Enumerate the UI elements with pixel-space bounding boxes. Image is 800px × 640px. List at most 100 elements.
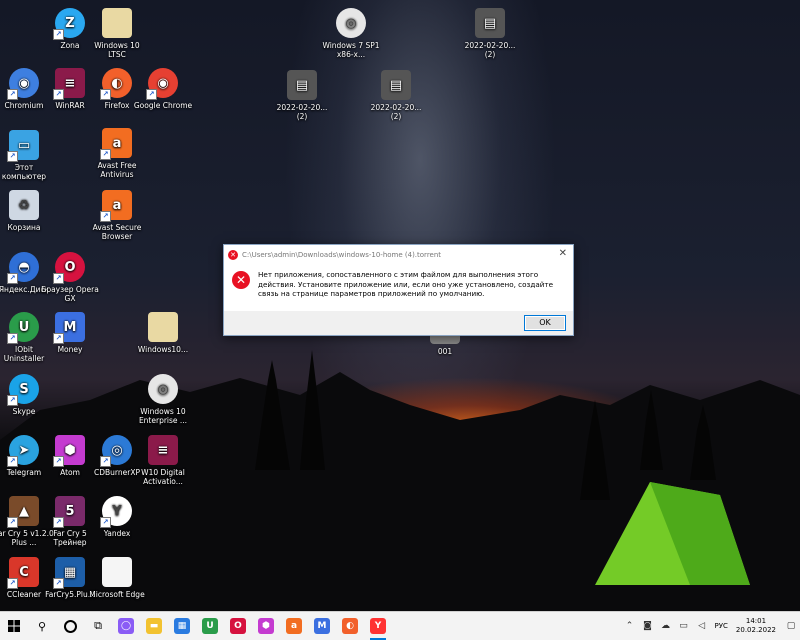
- shortcut-arrow-icon: ↗: [7, 273, 18, 284]
- iobit-icon: U ↗: [7, 312, 39, 344]
- iobit-icon: U: [202, 618, 218, 634]
- desktop-icon[interactable]: ◎ Windows 10 Enterprise ...: [133, 374, 193, 425]
- desktop-icon[interactable]: ♻ Корзина: [0, 190, 54, 232]
- money-icon: M ↗: [53, 312, 85, 344]
- desktop-icon[interactable]: ▤ 2022-02-20... (2): [366, 70, 426, 121]
- dialog-message: Нет приложения, сопоставленного с этим ф…: [258, 270, 553, 298]
- desktop-icon[interactable]: Y ↗ Yandex: [87, 496, 147, 538]
- close-icon[interactable]: ✕: [559, 248, 567, 259]
- shortcut-arrow-icon: ↗: [146, 89, 157, 100]
- desktop-icon[interactable]: ≡ W10 Digital Activatio...: [133, 435, 193, 486]
- alisa-icon: ◯: [118, 618, 134, 634]
- taskbar-app-button[interactable]: U: [196, 612, 224, 640]
- desktop-icon[interactable]: S ↗ Skype: [0, 374, 54, 416]
- money-icon: M: [314, 618, 330, 634]
- desktop-icon[interactable]: ▤ 2022-02-20... (2): [272, 70, 332, 121]
- shortcut-arrow-icon: ↗: [7, 578, 18, 589]
- store-icon: ▦: [174, 618, 190, 634]
- shortcut-arrow-icon: ↗: [7, 333, 18, 344]
- clock-time: 14:01: [745, 617, 767, 625]
- atom-icon: ⬢ ↗: [53, 435, 85, 467]
- desktop-icon-label: Windows10...: [137, 345, 189, 354]
- desktop-icon-label: Yandex: [103, 529, 131, 538]
- shortcut-arrow-icon: ↗: [100, 89, 111, 100]
- desktop-icon[interactable]: Windows 10 LTSC: [87, 8, 147, 59]
- winrar-icon: ≡ ↗: [53, 68, 85, 100]
- shortcut-arrow-icon: ↗: [53, 456, 64, 467]
- file-explorer-icon: ▬: [146, 618, 162, 634]
- error-icon: ✕: [228, 249, 238, 260]
- taskbar-app-button[interactable]: O: [224, 612, 252, 640]
- camera-icon[interactable]: ◙: [642, 620, 654, 632]
- chevron-up-icon[interactable]: ⌃: [624, 620, 636, 632]
- desktop-icon[interactable]: Windows10...: [133, 312, 193, 354]
- desktop-icon-label: Windows 10 LTSC: [94, 41, 140, 59]
- recycle-bin-icon: ♻: [9, 190, 39, 220]
- desktop-icon-label: Браузер Opera GX: [41, 285, 99, 303]
- opera-gx-icon: O: [230, 618, 246, 634]
- shortcut-arrow-icon: ↗: [100, 517, 111, 528]
- taskbar-app-button[interactable]: ▬: [140, 612, 168, 640]
- taskbar-app-button[interactable]: a: [280, 612, 308, 640]
- taskbar-app-button[interactable]: ◯: [112, 612, 140, 640]
- winrar-icon: ≡: [148, 435, 178, 465]
- desktop-icon[interactable]: Microsoft Edge: [87, 557, 147, 599]
- desktop-icon[interactable]: O ↗ Браузер Opera GX: [40, 252, 100, 303]
- cloud-icon[interactable]: ☁: [660, 620, 672, 632]
- desktop-icon-label: Microsoft Edge: [89, 590, 145, 599]
- screenshot-file-icon: ▤: [475, 8, 505, 38]
- zip-folder-icon: [102, 8, 132, 38]
- desktop-icon-label: W10 Digital Activatio...: [141, 468, 185, 486]
- error-dialog: ✕ C:\Users\admin\Downloads\windows-10-ho…: [223, 244, 574, 336]
- avast-browser-icon: a ↗: [100, 190, 132, 222]
- search-button[interactable]: ⚲: [28, 612, 56, 640]
- desktop-icon-label: Money: [57, 345, 83, 354]
- taskbar-app-button[interactable]: Y: [364, 612, 392, 640]
- desktop-icon[interactable]: ◎ Windows 7 SP1 x86-x...: [321, 8, 381, 59]
- shortcut-arrow-icon: ↗: [7, 517, 18, 528]
- network-icon[interactable]: ▭: [678, 620, 690, 632]
- skype-icon: S ↗: [7, 374, 39, 406]
- desktop-icon-label: 2022-02-20... (2): [370, 103, 422, 121]
- shortcut-arrow-icon: ↗: [53, 578, 64, 589]
- shortcut-arrow-icon: ↗: [100, 211, 111, 222]
- yandex-icon: Y ↗: [100, 496, 132, 528]
- chrome-icon: ◉ ↗: [146, 68, 178, 100]
- ccleaner-icon: C ↗: [7, 557, 39, 589]
- desktop-icon[interactable]: a ↗ Avast Free Antivirus: [87, 128, 147, 179]
- search-icon: ⚲: [37, 619, 47, 633]
- desktop-icon[interactable]: ▤ 2022-02-20... (2): [460, 8, 520, 59]
- desktop-icon-label: Windows 7 SP1 x86-x...: [322, 41, 380, 59]
- desktop-icon[interactable]: a ↗ Avast Secure Browser: [87, 190, 147, 241]
- dialog-titlebar[interactable]: ✕ C:\Users\admin\Downloads\windows-10-ho…: [224, 245, 573, 264]
- language-indicator[interactable]: РУС: [715, 622, 728, 630]
- farcry-icon: 5 ↗: [53, 496, 85, 528]
- taskbar-app-button[interactable]: ◐: [336, 612, 364, 640]
- clock[interactable]: 14:01 20.02.2022: [736, 617, 776, 635]
- atom-icon: ⬢: [258, 618, 274, 634]
- task-view-button[interactable]: ⧉: [84, 612, 112, 640]
- shortcut-arrow-icon: ↗: [100, 149, 111, 160]
- desktop-icon[interactable]: ▭ ↗ Этот компьютер: [0, 130, 54, 181]
- windows-logo-icon: [8, 620, 20, 632]
- cortana-button[interactable]: [56, 612, 84, 640]
- start-button[interactable]: [0, 612, 28, 640]
- ok-button[interactable]: OK: [524, 315, 566, 331]
- desktop-icon[interactable]: M ↗ Money: [40, 312, 100, 354]
- avast-icon: a ↗: [100, 128, 132, 160]
- shortcut-arrow-icon: ↗: [53, 517, 64, 528]
- desktop-icon-label: 2022-02-20... (2): [464, 41, 516, 59]
- shortcut-arrow-icon: ↗: [100, 456, 111, 467]
- desktop-icon-label: Google Chrome: [133, 101, 193, 110]
- volume-icon[interactable]: ◁: [696, 620, 708, 632]
- cortana-icon: [63, 619, 77, 633]
- taskbar-app-button[interactable]: ▦: [168, 612, 196, 640]
- taskbar-app-button[interactable]: M: [308, 612, 336, 640]
- farcry-trainer-icon: ▲ ↗: [7, 496, 39, 528]
- desktop-icon[interactable]: ◉ ↗ Google Chrome: [133, 68, 193, 110]
- dialog-title: C:\Users\admin\Downloads\windows-10-home…: [242, 250, 442, 259]
- taskbar-app-button[interactable]: ⬢: [252, 612, 280, 640]
- notifications-icon[interactable]: ▢: [785, 620, 797, 632]
- firefox-icon: ◐ ↗: [100, 68, 132, 100]
- screenshot-file-icon: ▤: [381, 70, 411, 100]
